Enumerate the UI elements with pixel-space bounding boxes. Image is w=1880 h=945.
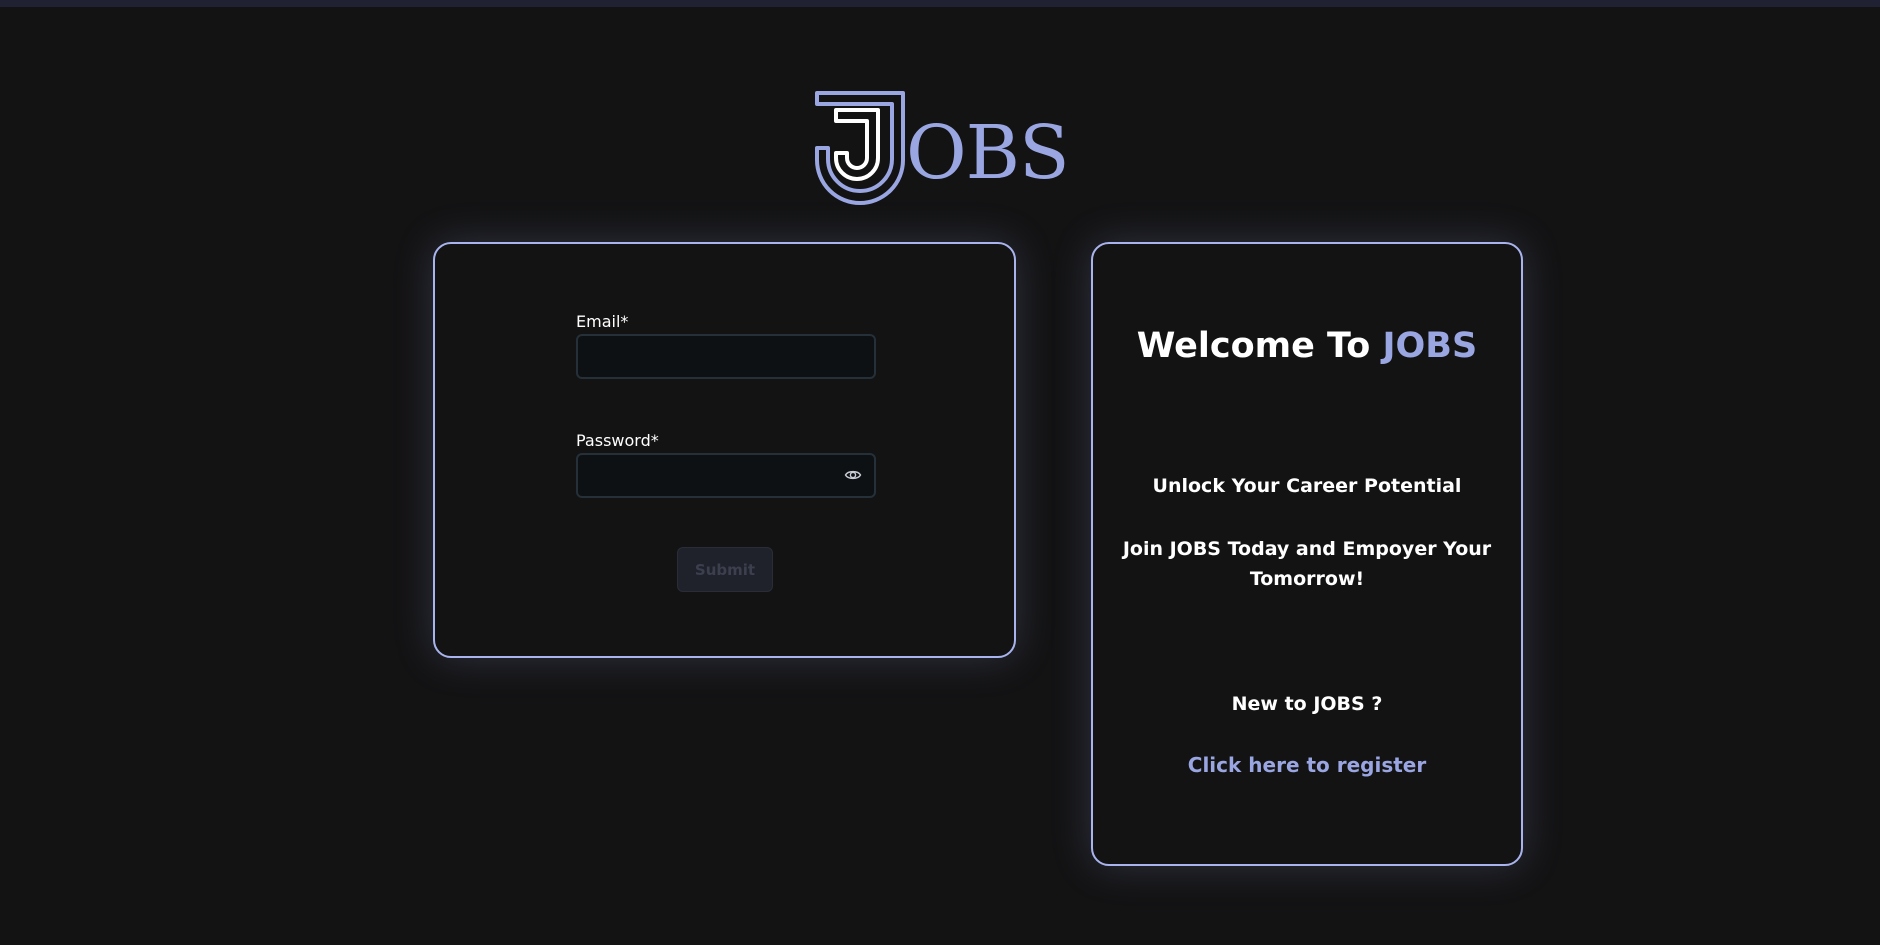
j-logo-mark-icon [815,91,905,205]
logo-wordmark: OBS [906,110,1070,196]
register-link[interactable]: Click here to register [1093,753,1521,777]
email-field[interactable] [576,334,876,379]
email-label: Email* [576,312,629,331]
submit-button[interactable]: Submit [677,547,773,592]
tagline-text: Unlock Your Career Potential [1152,475,1462,497]
welcome-title: Welcome To JOBS [1093,326,1521,366]
password-label: Password* [576,431,659,450]
new-user-text: New to JOBS ? [1231,693,1383,715]
welcome-title-prefix: Welcome To [1136,326,1383,366]
join-text: Join JOBS Today and Empoyer Your Tomorro… [1122,538,1492,590]
welcome-card: Welcome To JOBS Unlock Your Career Poten… [1091,242,1523,866]
jobs-logo: OBS [814,90,1070,206]
welcome-title-brand: JOBS [1382,326,1478,366]
top-strip [0,0,1880,7]
login-card: Email* Password* Submit [433,242,1016,658]
eye-icon[interactable] [844,466,862,484]
password-field[interactable] [576,453,876,498]
